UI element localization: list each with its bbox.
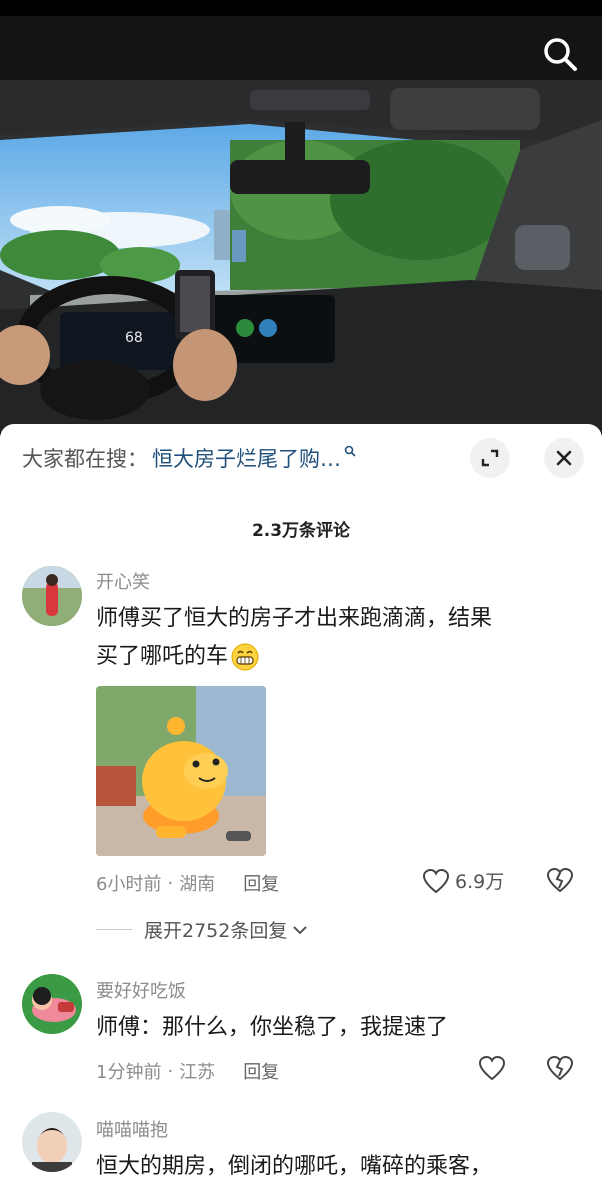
comments-count: 2.3万条评论	[251, 521, 351, 541]
broken-heart-icon	[546, 867, 574, 893]
comment-text-line: 买了哪吒的车	[96, 644, 229, 669]
comment-text: 师傅买了恒大的房子才出来跑滴滴，结果 买了哪吒的车	[96, 600, 566, 676]
meta-separator: ·	[167, 872, 174, 894]
comment-location: 湖南	[179, 874, 216, 895]
comment-meta: 6小时前 · 湖南 回复	[96, 870, 279, 896]
heart-icon	[422, 868, 450, 893]
expand-icon	[481, 449, 499, 467]
comment-text: 恒大的期房，倒闭的哪吒，嘴碎的乘客，	[96, 1154, 493, 1179]
avatar[interactable]	[22, 974, 82, 1034]
video-frame: 68	[0, 80, 602, 432]
hot-search-bar[interactable]: 大家都在搜： 恒大房子烂尾了购…	[22, 440, 356, 476]
video-player[interactable]: 68	[0, 80, 602, 432]
comment-location: 江苏	[179, 1062, 216, 1083]
comment-time: 1分钟前	[96, 1062, 162, 1083]
comment-sheet: 大家都在搜： 恒大房子烂尾了购… 2.3万条评论 开心笑 师傅买了恒大的房子才出…	[0, 424, 602, 1199]
search-icon	[544, 38, 577, 71]
hot-search-label: 大家都在搜：	[22, 447, 148, 471]
svg-text:68: 68	[125, 330, 143, 346]
reply-button[interactable]: 回复	[243, 1058, 279, 1084]
avatar[interactable]	[22, 1112, 82, 1172]
heart-icon	[478, 1055, 506, 1081]
comment-text: 师傅：那什么，你坐稳了，我提速了	[96, 1015, 449, 1040]
expand-replies-label: 展开2752条回复	[144, 920, 288, 942]
reply-button[interactable]: 回复	[243, 870, 279, 896]
dislike-button[interactable]	[546, 867, 574, 897]
close-icon	[556, 450, 572, 466]
comment-meta: 1分钟前 · 江苏 回复	[96, 1058, 279, 1084]
divider-line	[96, 929, 132, 930]
comment-time: 6小时前	[96, 874, 162, 895]
comment-sticker-image[interactable]	[96, 686, 266, 856]
top-bar	[0, 0, 602, 80]
like-count: 6.9万	[455, 871, 505, 893]
comment-username[interactable]: 要好好吃饭	[96, 977, 186, 1003]
search-button[interactable]	[540, 34, 580, 74]
close-button[interactable]	[544, 438, 584, 478]
status-strip	[0, 0, 602, 16]
search-mini-icon	[344, 445, 356, 460]
broken-heart-icon	[546, 1055, 574, 1081]
comment-username[interactable]: 喵喵喵抱	[96, 1116, 168, 1142]
chevron-down-icon	[293, 925, 308, 934]
comment-username[interactable]: 开心笑	[96, 568, 150, 594]
expand-replies-button[interactable]: 展开2752条回复	[96, 916, 309, 943]
grin-emoji-icon	[231, 643, 259, 671]
dislike-button[interactable]	[546, 1055, 574, 1085]
comment-text-line: 师傅买了恒大的房子才出来跑滴滴，结果	[96, 606, 493, 631]
expand-button[interactable]	[470, 438, 510, 478]
meta-separator: ·	[167, 1060, 174, 1082]
like-button[interactable]: 6.9万	[422, 867, 504, 894]
like-button[interactable]	[478, 1055, 506, 1081]
hot-search-query[interactable]: 恒大房子烂尾了购…	[152, 443, 341, 473]
avatar[interactable]	[22, 566, 82, 626]
